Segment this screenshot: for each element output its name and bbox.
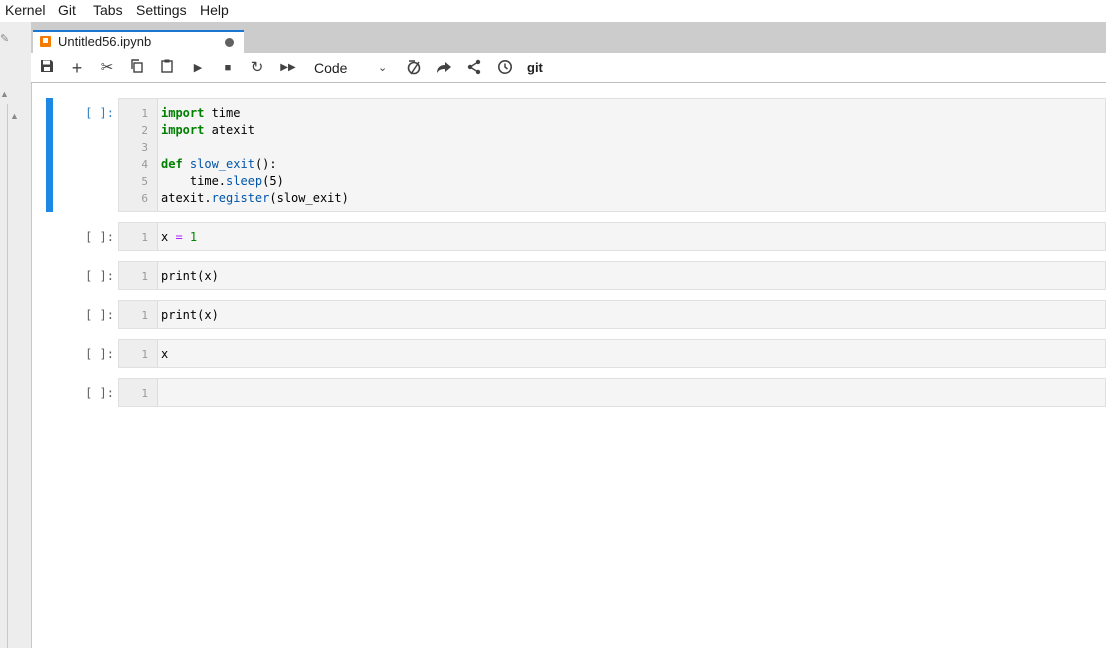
code-line: import atexit [161,122,255,139]
line-gutter: 1 [119,223,158,250]
code-line: time.sleep(5) [161,173,284,190]
line-number: 1 [141,270,148,283]
line-gutter: 1 2 3 4 5 6 [119,99,158,211]
cell-prompt: [ ]: [85,308,114,322]
pencil-icon: ✎ [0,33,10,45]
line-number: 4 [141,158,148,171]
menu-help[interactable]: Help [200,2,229,18]
code-line: print(x) [161,308,219,322]
line-number: 1 [141,231,148,244]
cell-type-value: Code [314,60,348,76]
notebook-toolbar: + ✂ ▶ ■ ↻ ▶▶ Code ⌄ git [31,53,1106,83]
line-gutter: 1 [119,340,158,367]
format-icon[interactable] [405,59,423,77]
keyword: import [161,106,205,120]
code-text: atexit. [161,191,212,205]
cell-editor[interactable]: 1 print(x) [118,300,1106,329]
history-icon[interactable] [496,59,514,77]
share-icon[interactable] [435,59,453,77]
stop-icon[interactable]: ■ [219,59,237,77]
restart-icon[interactable]: ↻ [248,59,266,77]
code-line: import time [161,105,240,122]
code-line: x = 1 [161,229,197,246]
keyword: def [161,157,183,171]
number-literal: 1 [182,230,198,244]
cell-prompt: [ ]: [85,269,114,283]
menu-bar: Kernel Git Tabs Settings Help [0,0,1106,21]
cell-editor[interactable]: 1 [118,378,1106,407]
code-text: time. [161,174,227,188]
line-number: 5 [141,175,148,188]
line-gutter: 1 [119,301,158,328]
module-name: atexit [204,123,255,137]
module-name: time [204,106,241,120]
function-name: sleep [226,174,263,188]
cut-icon[interactable]: ✂ [98,59,116,77]
cell-prompt: [ ]: [85,347,114,361]
code-text: (slow_exit) [269,191,349,205]
line-number: 1 [141,348,148,361]
line-number: 2 [141,124,148,137]
code-text: (): [254,157,277,171]
git-button[interactable]: git [527,59,543,77]
cell-prompt: [ ]: [85,386,114,400]
chevron-down-icon: ⌄ [378,62,388,74]
code-line: x [161,347,169,361]
line-number: 3 [141,141,148,154]
code-text: x [161,230,176,244]
menu-settings[interactable]: Settings [136,2,187,18]
add-icon[interactable]: + [68,59,86,77]
code-cell[interactable]: [ ]: 1 print(x) [40,261,1106,290]
copy-icon[interactable] [128,59,146,77]
run-icon[interactable]: ▶ [189,59,207,77]
tab-bar: Untitled56.ipynb [31,22,1106,53]
code-cell[interactable]: [ ]: 1 [40,378,1106,407]
notebook-icon [40,36,51,47]
sidebar-scrollbar[interactable] [7,104,8,648]
code-cell[interactable]: [ ]: 1 2 3 4 5 6 import time import atex… [40,98,1106,212]
line-number: 1 [141,107,148,120]
menu-kernel[interactable]: Kernel [5,2,45,18]
code-line: def slow_exit(): [161,156,277,173]
line-gutter: 1 [119,262,158,289]
active-cell-marker [46,98,53,212]
line-gutter: 1 [119,379,158,406]
code-text: (5) [262,174,284,188]
code-cell[interactable]: [ ]: 1 print(x) [40,300,1106,329]
menu-tabs[interactable]: Tabs [93,2,123,18]
menu-git[interactable]: Git [58,2,76,18]
scroll-up-icon[interactable]: ▲ [10,112,19,121]
collapse-up-icon[interactable]: ▲ [0,90,9,99]
cell-editor[interactable]: 1 x [118,339,1106,368]
line-number: 1 [141,309,148,322]
operator: = [175,230,183,244]
run-all-icon[interactable]: ▶▶ [279,59,297,77]
line-number: 1 [141,387,148,400]
cell-prompt: [ ]: [85,230,114,244]
left-sidebar: ✎ ▲ ▲ [0,22,32,648]
line-number: 6 [141,192,148,205]
cell-editor[interactable]: 1 2 3 4 5 6 import time import atexit de… [118,98,1106,212]
paste-icon[interactable] [158,59,176,77]
function-name: slow_exit [182,157,255,171]
code-cell[interactable]: [ ]: 1 x = 1 [40,222,1106,251]
git-share-icon[interactable] [465,59,483,77]
save-icon[interactable] [38,59,56,77]
keyword: import [161,123,205,137]
code-cell[interactable]: [ ]: 1 x [40,339,1106,368]
tab-notebook[interactable]: Untitled56.ipynb [33,30,244,53]
cell-editor[interactable]: 1 print(x) [118,261,1106,290]
code-line: print(x) [161,269,219,283]
cell-type-select[interactable]: Code ⌄ [314,59,396,77]
function-name: register [211,191,270,205]
cell-editor[interactable]: 1 x = 1 [118,222,1106,251]
unsaved-indicator-icon[interactable] [225,38,234,47]
code-line: atexit.register(slow_exit) [161,190,349,207]
tab-title: Untitled56.ipynb [58,34,152,49]
cell-prompt: [ ]: [85,106,114,120]
